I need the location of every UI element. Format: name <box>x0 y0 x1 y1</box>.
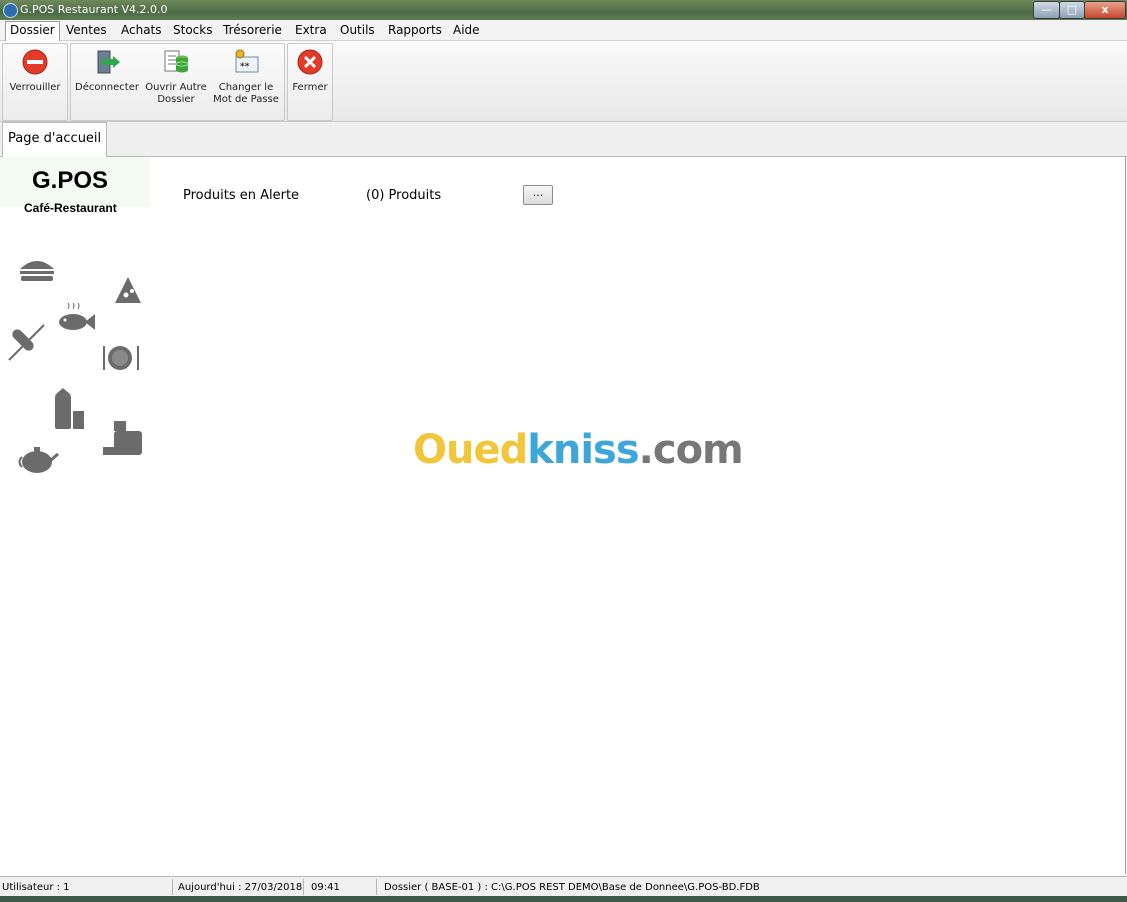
burger-icon <box>20 261 54 281</box>
status-bar: Utilisateur : 1 Aujourd'hui : 27/03/2018… <box>0 876 1127 897</box>
ribbon-group-session: Déconnecter Ouvrir Autre Dossier ** Chan… <box>70 43 285 121</box>
fish-icon <box>59 302 95 330</box>
password-key-icon: ** <box>235 49 259 73</box>
home-page-content: G.POS Café-Restaurant Produits en Alerte… <box>0 157 1126 874</box>
coffee-machine-icon <box>103 421 142 455</box>
status-user: Utilisateur : 1 <box>2 882 70 893</box>
produits-alerte-label: Produits en Alerte <box>183 188 300 203</box>
close-circle-icon <box>297 49 323 75</box>
ribbon-group-close: Fermer <box>287 43 333 121</box>
deconnecter-button[interactable]: Déconnecter <box>73 48 141 94</box>
produits-alerte-details-button[interactable]: ... <box>523 185 553 205</box>
watermark: Ouedkniss.com <box>413 427 744 473</box>
os-taskbar-edge <box>0 896 1127 902</box>
watermark-part-2: kniss <box>527 427 639 473</box>
menu-outils[interactable]: Outils <box>336 22 379 38</box>
app-icon <box>3 3 18 18</box>
logout-door-icon <box>97 50 120 74</box>
logo-title: G.POS <box>32 167 109 194</box>
tab-page-accueil[interactable]: Page d'accueil <box>2 122 108 157</box>
menu-extra[interactable]: Extra <box>291 22 331 38</box>
menu-aide[interactable]: Aide <box>449 22 484 38</box>
ribbon: Verrouiller Déconnecter Ouvrir Autre Dos… <box>0 41 1127 122</box>
menu-dossier[interactable]: Dossier <box>5 21 60 41</box>
teapot-icon <box>18 447 59 473</box>
svg-text:**: ** <box>240 62 250 72</box>
watermark-part-1: Oued <box>413 427 528 473</box>
document-tab-strip: Page d'accueil <box>0 122 1127 157</box>
deconnecter-label: Déconnecter <box>75 82 139 93</box>
status-dossier-path: Dossier ( BASE-01 ) : C:\G.POS REST DEMO… <box>384 882 760 893</box>
status-date: Aujourd'hui : 27/03/2018 <box>178 882 303 893</box>
verrouiller-button[interactable]: Verrouiller <box>7 48 63 94</box>
watermark-part-3: .com <box>638 427 744 473</box>
ouvrir-dossier-button[interactable]: Ouvrir Autre Dossier <box>143 48 209 106</box>
minimize-button[interactable]: — <box>1033 1 1060 19</box>
ouvrir-label-2: Dossier <box>157 94 195 105</box>
skewer-icon <box>8 324 45 361</box>
ouvrir-label-1: Ouvrir Autre <box>145 82 207 93</box>
menu-stocks[interactable]: Stocks <box>169 22 216 38</box>
window-title: G.POS Restaurant V4.2.0.0 <box>20 3 168 16</box>
milk-carton-icon <box>55 388 84 429</box>
changer-label-1: Changer le <box>218 82 274 93</box>
menu-ventes[interactable]: Ventes <box>62 22 111 38</box>
menu-bar: Dossier Ventes Achats Stocks Trésorerie … <box>0 20 1127 41</box>
maximize-button[interactable]: □ <box>1059 1 1085 19</box>
produits-alerte-count: (0) Produits <box>366 188 442 203</box>
menu-rapports[interactable]: Rapports <box>384 22 446 38</box>
lock-stop-icon <box>22 49 48 75</box>
database-list-icon <box>164 50 189 73</box>
fermer-button[interactable]: Fermer <box>290 48 330 94</box>
changer-mot-de-passe-button[interactable]: ** Changer le Mot de Passe <box>211 48 281 106</box>
verrouiller-label: Verrouiller <box>9 82 61 93</box>
title-bar: G.POS Restaurant V4.2.0.0 — □ x <box>0 0 1127 20</box>
pizza-slice-icon <box>115 277 141 303</box>
changer-label-2: Mot de Passe <box>213 94 279 105</box>
status-time: 09:41 <box>311 882 340 893</box>
ribbon-group-lock: Verrouiller <box>2 43 68 121</box>
close-window-button[interactable]: x <box>1084 1 1126 19</box>
status-separator <box>376 879 377 895</box>
plate-cutlery-icon <box>103 346 139 370</box>
menu-tresorerie[interactable]: Trésorerie <box>219 22 286 38</box>
fermer-label: Fermer <box>292 82 328 93</box>
logo-subtitle: Café-Restaurant <box>24 201 117 215</box>
status-separator <box>303 879 304 895</box>
logo-sidebar: G.POS Café-Restaurant <box>0 157 150 487</box>
menu-achats[interactable]: Achats <box>117 22 166 38</box>
status-separator <box>172 879 173 895</box>
